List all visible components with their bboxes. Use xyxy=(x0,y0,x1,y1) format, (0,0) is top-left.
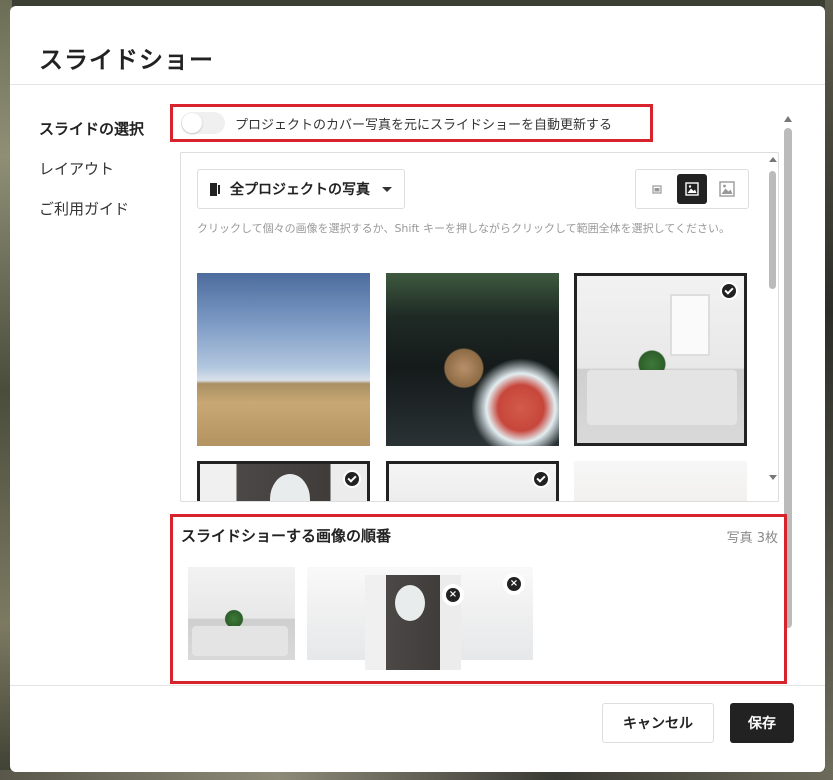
photo-thumb-sky[interactable] xyxy=(197,273,370,446)
project-icon xyxy=(210,182,220,196)
nav-item-layout[interactable]: レイアウト xyxy=(39,158,179,198)
selected-check-icon xyxy=(720,282,738,300)
small-image-icon xyxy=(652,185,662,194)
selection-hint: クリックして個々の画像を選択するか、Shift キーを押しながらクリックして範囲… xyxy=(197,222,730,235)
photo-thumb-bedroom[interactable] xyxy=(574,273,747,446)
modal-header: スライドショー xyxy=(10,6,825,85)
size-large-button[interactable] xyxy=(712,174,742,204)
photo-thumb-coconut[interactable] xyxy=(386,273,559,446)
remove-kitchen-button[interactable]: × xyxy=(503,573,525,595)
photo-count: 写真 3枚 xyxy=(726,531,778,546)
remove-bathroom-button[interactable]: × xyxy=(442,584,464,606)
background-page-right xyxy=(825,0,833,780)
save-button[interactable]: 保存 xyxy=(730,703,794,743)
auto-update-toggle[interactable] xyxy=(181,112,225,134)
window-graphic xyxy=(670,294,710,356)
modal-title: スライドショー xyxy=(39,46,214,74)
slideshow-modal: スライドショー スライドの選択 レイアウト ご利用ガイド プロジェクトのカバー写… xyxy=(10,6,825,772)
photo-browser: 全プロジェクトの写真 クリックして個々の画像を選択するか、Shift キーを押し… xyxy=(180,152,779,502)
auto-update-toggle-row: プロジェクトのカバー写真を元にスライドショーを自動更新する xyxy=(170,104,653,142)
scroll-down-icon xyxy=(769,475,777,480)
medium-image-icon xyxy=(685,182,699,196)
cancel-button[interactable]: キャンセル xyxy=(602,703,714,743)
chevron-down-icon xyxy=(382,186,392,192)
photo-thumb-kitchen[interactable] xyxy=(386,461,559,501)
close-icon: × xyxy=(507,577,521,591)
scroll-up-icon xyxy=(784,116,792,122)
nav-item-guide[interactable]: ご利用ガイド xyxy=(39,198,179,238)
selected-check-icon xyxy=(532,470,550,488)
thumbnail-size-toggle xyxy=(635,169,749,209)
scrollbar-thumb[interactable] xyxy=(769,171,776,289)
size-medium-button[interactable] xyxy=(676,174,707,204)
size-small-button[interactable] xyxy=(642,174,672,204)
photo-browser-scrollbar[interactable] xyxy=(767,153,777,501)
slide-order-section: スライドショーする画像の順番 写真 3枚 × × xyxy=(170,514,787,684)
toggle-knob xyxy=(182,113,202,133)
auto-update-label: プロジェクトのカバー写真を元にスライドショーを自動更新する xyxy=(235,117,613,133)
nav-item-slide-selection[interactable]: スライドの選択 xyxy=(39,118,179,158)
side-nav: スライドの選択 レイアウト ご利用ガイド xyxy=(39,118,179,238)
mirror-graphic xyxy=(395,585,425,621)
bed-graphic xyxy=(587,370,737,425)
mirror-graphic xyxy=(270,474,310,501)
project-filter-label: 全プロジェクトの写真 xyxy=(230,182,370,198)
bed-graphic xyxy=(192,626,288,656)
large-image-icon xyxy=(718,181,735,197)
project-filter-dropdown[interactable]: 全プロジェクトの写真 xyxy=(197,169,405,209)
slide-order-title: スライドショーする画像の順番 xyxy=(181,527,392,545)
order-item-bedroom[interactable] xyxy=(188,567,295,660)
modal-footer: キャンセル 保存 xyxy=(10,685,825,772)
photo-thumb-hallway[interactable] xyxy=(574,461,747,501)
scroll-up-icon xyxy=(769,157,777,162)
photo-thumb-bathroom[interactable] xyxy=(197,461,370,501)
close-icon: × xyxy=(446,588,460,602)
selected-check-icon xyxy=(343,470,361,488)
